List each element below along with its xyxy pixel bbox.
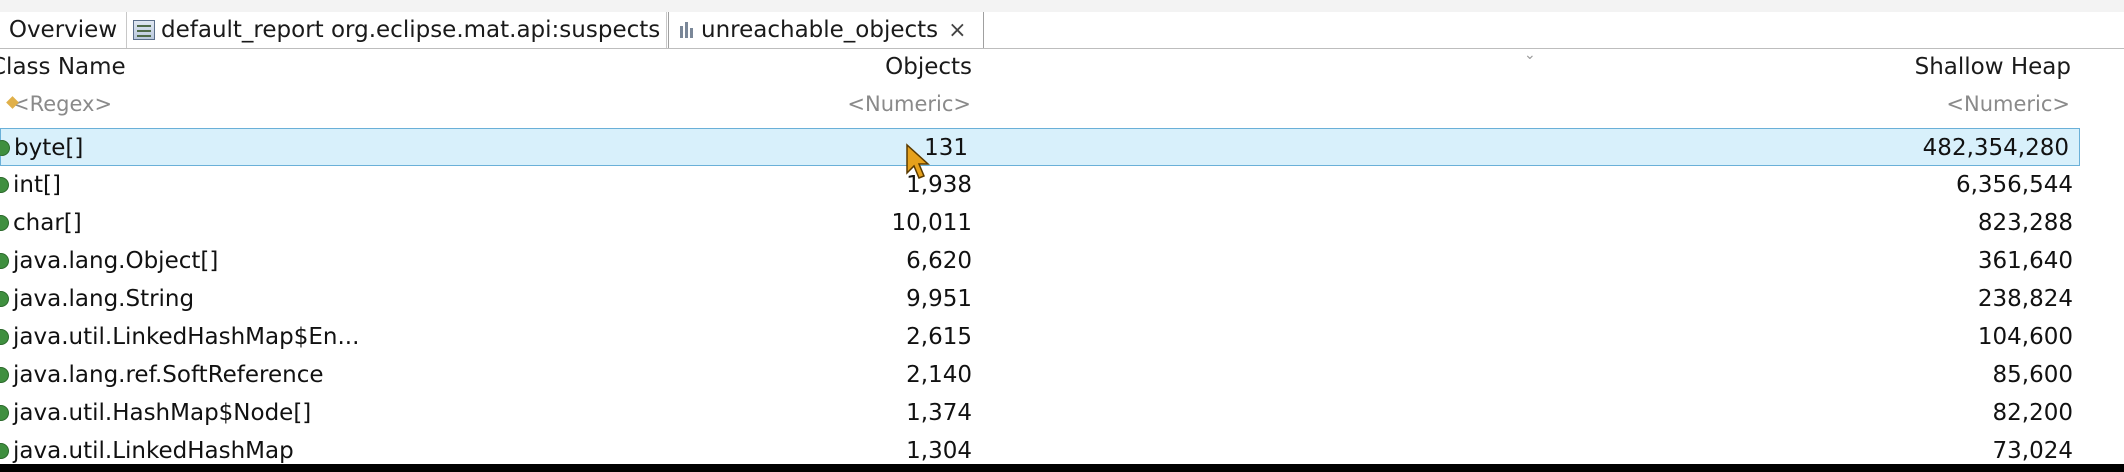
cell-shallow-heap: 6,356,544 [1955, 172, 2073, 198]
close-icon[interactable]: × [948, 18, 966, 43]
editor-frame: Overview default_report org.eclipse.mat.… [0, 0, 2124, 464]
filter-class-name[interactable]: <Regex> [6, 89, 113, 119]
table-header: Class Name Objects ⌄ Shallow Heap [0, 47, 2124, 85]
cell-shallow-heap: 823,288 [1977, 210, 2073, 236]
tab-default-report-label: default_report org.eclipse.mat.api:suspe… [161, 17, 661, 43]
sort-indicator-icon: ⌄ [1524, 47, 1536, 63]
cell-shallow-heap: 238,824 [1977, 286, 2073, 312]
filter-shallow-heap[interactable]: <Numeric> [1946, 89, 2070, 119]
cell-objects: 9,951 [906, 286, 972, 312]
filter-row: <Regex> <Numeric> <Numeric> [0, 89, 2124, 119]
column-header-objects[interactable]: Objects [885, 49, 972, 85]
class-icon [0, 140, 10, 156]
cell-class-name: java.lang.String [13, 286, 195, 312]
column-header-shallow-heap[interactable]: Shallow Heap [1915, 49, 2071, 85]
cell-shallow-heap: 82,200 [1992, 400, 2073, 426]
table-row[interactable]: java.lang.String 9,951 238,824 [0, 280, 2124, 318]
cell-class-name: char[] [13, 210, 82, 236]
mouse-cursor-icon [906, 143, 930, 179]
editor-tab-bar: Overview default_report org.eclipse.mat.… [0, 12, 2124, 49]
tab-unreachable-objects[interactable]: unreachable_objects × [668, 12, 984, 48]
cell-class-name: java.lang.ref.SoftReference [13, 362, 324, 388]
cell-shallow-heap: 482,354,280 [1922, 135, 2069, 161]
cell-class-name: java.util.LinkedHashMap [13, 438, 294, 464]
cell-shallow-heap: 361,640 [1977, 248, 2073, 274]
table-row[interactable]: byte[] 131 482,354,280 [0, 128, 2080, 166]
bar-chart-icon [679, 20, 695, 40]
cell-class-name: int[] [13, 172, 61, 198]
tab-default-report[interactable]: default_report org.eclipse.mat.api:suspe… [127, 12, 667, 48]
cell-shallow-heap: 73,024 [1992, 438, 2073, 464]
filter-objects[interactable]: <Numeric> [847, 89, 971, 119]
class-icon [0, 291, 9, 307]
top-strip [0, 0, 2124, 12]
class-icon [0, 215, 9, 231]
bottom-border [0, 464, 2124, 472]
class-icon [0, 367, 9, 383]
tab-overview-label: Overview [8, 17, 118, 43]
cell-objects: 6,620 [906, 248, 972, 274]
cell-class-name: java.lang.Object[] [13, 248, 219, 274]
class-icon [0, 443, 9, 459]
cell-class-name: java.util.LinkedHashMap$En... [13, 324, 360, 350]
cell-objects: 1,374 [906, 400, 972, 426]
table-row[interactable]: java.util.HashMap$Node[] 1,374 82,200 [0, 394, 2124, 432]
cell-objects: 10,011 [891, 210, 972, 236]
table-row[interactable]: java.lang.Object[] 6,620 361,640 [0, 242, 2124, 280]
cell-objects: 2,615 [906, 324, 972, 350]
cell-shallow-heap: 85,600 [1992, 362, 2073, 388]
table-row[interactable]: java.util.LinkedHashMap$En... 2,615 104,… [0, 318, 2124, 356]
cell-class-name: byte[] [14, 135, 84, 161]
class-icon [0, 405, 9, 421]
cell-objects: 1,304 [906, 438, 972, 464]
tab-overview[interactable]: Overview [0, 12, 127, 48]
table-row[interactable]: java.lang.ref.SoftReference 2,140 85,600 [0, 356, 2124, 394]
table-row[interactable]: java.util.LinkedHashMap 1,304 73,024 [0, 432, 2124, 464]
class-icon [0, 253, 9, 269]
tab-unreachable-objects-label: unreachable_objects [701, 17, 939, 43]
class-icon [0, 329, 9, 345]
filter-class-name-text: <Regex> [12, 92, 113, 116]
cell-shallow-heap: 104,600 [1977, 324, 2073, 350]
report-icon [133, 20, 155, 40]
cell-class-name: java.util.HashMap$Node[] [13, 400, 312, 426]
table-row[interactable]: char[] 10,011 823,288 [0, 204, 2124, 242]
cell-objects: 2,140 [906, 362, 972, 388]
class-icon [0, 177, 9, 193]
column-header-class-name[interactable]: Class Name [0, 49, 126, 85]
table-row[interactable]: int[] 1,938 6,356,544 [0, 166, 2124, 204]
